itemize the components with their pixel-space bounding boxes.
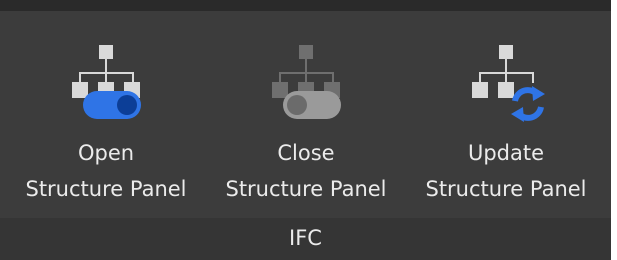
button-label-line1: Open — [77, 141, 135, 165]
window-edge — [611, 0, 617, 249]
structure-tree-toggle-on-icon — [72, 45, 141, 119]
button-label-line2: Structure Panel — [225, 177, 387, 201]
button-label-line2: Structure Panel — [425, 177, 587, 201]
ribbon-button-row: Open Structure Panel Close Structure Pan… — [0, 27, 611, 217]
update-structure-panel-button[interactable]: Update Structure Panel — [408, 27, 604, 217]
open-structure-panel-button[interactable]: Open Structure Panel — [8, 27, 204, 217]
button-label-line1: Close — [277, 141, 335, 165]
structure-tree-refresh-icon — [472, 45, 545, 122]
ribbon-group-label: IFC — [0, 218, 611, 260]
close-structure-panel-button[interactable]: Close Structure Panel — [208, 27, 404, 217]
button-label-line2: Structure Panel — [25, 177, 187, 201]
ribbon-panel: Open Structure Panel Close Structure Pan… — [0, 0, 611, 260]
structure-tree-toggle-off-icon — [272, 45, 341, 119]
button-label-line1: Update — [467, 141, 545, 165]
